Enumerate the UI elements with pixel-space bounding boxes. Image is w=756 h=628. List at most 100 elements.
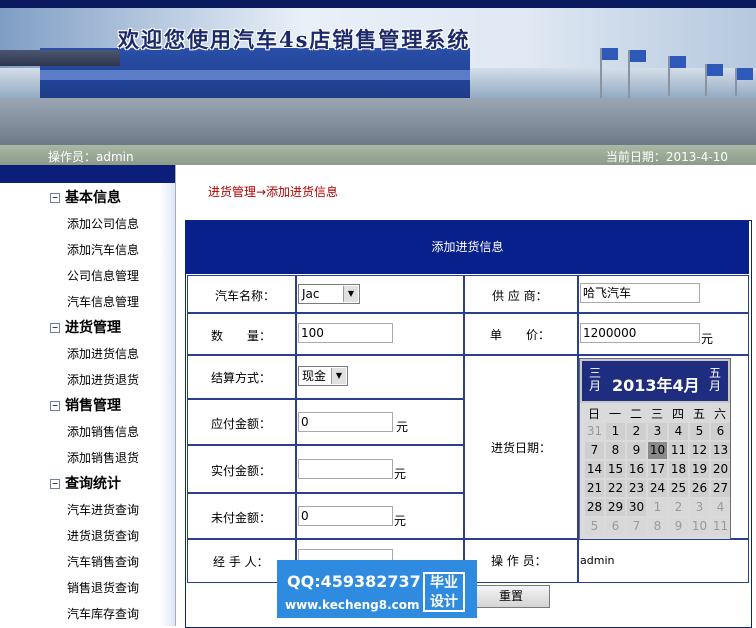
calendar-day[interactable]: 6: [711, 423, 730, 440]
payable-input[interactable]: 0: [298, 412, 393, 432]
calendar-day[interactable]: 25: [669, 480, 688, 497]
calendar-day[interactable]: 31: [585, 423, 604, 440]
form-operator-label: 操 作 员：: [491, 554, 547, 568]
calendar-day[interactable]: 7: [585, 442, 604, 459]
payment-method-select[interactable]: 现金 ▼: [298, 366, 348, 386]
watermark-banner: QQ:459382737 www.kecheng8.com 毕业设计: [277, 560, 477, 618]
calendar-day[interactable]: 2: [669, 499, 688, 516]
calendar-weekday: 五: [692, 407, 705, 421]
calendar-day[interactable]: 24: [648, 480, 667, 497]
nav-company-manage[interactable]: 公司信息管理: [67, 267, 139, 284]
unpaid-input[interactable]: 0: [298, 506, 393, 526]
sidebar-group-purchase[interactable]: − 进货管理: [50, 317, 121, 337]
calendar-weekday: 日: [587, 407, 600, 421]
watermark-badge: 毕业设计: [423, 572, 465, 612]
calendar-day[interactable]: 21: [585, 480, 604, 497]
nav-car-purchase-query[interactable]: 汽车进货查询: [67, 501, 139, 518]
nav-add-sale[interactable]: 添加销售信息: [67, 423, 139, 440]
calendar-day[interactable]: 11: [711, 518, 730, 535]
calendar-day[interactable]: 23: [627, 480, 646, 497]
operator-value: admin: [580, 554, 615, 567]
car-name-select[interactable]: Jac ▼: [298, 284, 360, 304]
sidebar-group-basic-info[interactable]: − 基本信息: [50, 187, 121, 207]
nav-add-purchase[interactable]: 添加进货信息: [67, 345, 139, 362]
calendar-day[interactable]: 20: [711, 461, 730, 478]
collapse-icon[interactable]: −: [50, 401, 60, 411]
calendar-day[interactable]: 6: [606, 518, 625, 535]
calendar-day[interactable]: 10: [648, 442, 667, 459]
calendar-weekday: 六: [713, 407, 726, 421]
calendar-day[interactable]: 29: [606, 499, 625, 516]
sidebar-group-query[interactable]: − 查询统计: [50, 473, 121, 493]
paid-input[interactable]: [298, 459, 393, 479]
nav-add-purchase-return[interactable]: 添加进货退货: [67, 371, 139, 388]
calendar-day[interactable]: 19: [690, 461, 709, 478]
calendar-day[interactable]: 3: [690, 499, 709, 516]
next-month-button[interactable]: 五月: [708, 367, 722, 393]
quantity-input[interactable]: 100: [298, 323, 393, 343]
car-name-label: 汽车名称：: [215, 289, 276, 303]
calendar-day[interactable]: 28: [585, 499, 604, 516]
sidebar-header: [0, 165, 175, 183]
calendar-day[interactable]: 5: [690, 423, 709, 440]
calendar-weekday: 四: [671, 407, 684, 421]
sidebar: − 基本信息 添加公司信息 添加汽车信息 公司信息管理 汽车信息管理 − 进货管理 …: [0, 165, 176, 626]
calendar-day[interactable]: 22: [606, 480, 625, 497]
nav-add-car[interactable]: 添加汽车信息: [67, 241, 139, 258]
nav-add-company[interactable]: 添加公司信息: [67, 215, 139, 232]
collapse-icon[interactable]: −: [50, 193, 60, 203]
calendar-day[interactable]: 10: [690, 518, 709, 535]
nav-car-stock-query[interactable]: 汽车库存查询: [67, 605, 139, 622]
calendar-day[interactable]: 30: [627, 499, 646, 516]
calendar-day[interactable]: 8: [606, 442, 625, 459]
nav-add-sale-return[interactable]: 添加销售退货: [67, 449, 139, 466]
unpaid-unit: 元: [394, 514, 407, 528]
calendar-day[interactable]: 15: [606, 461, 625, 478]
calendar-day[interactable]: 2: [627, 423, 646, 440]
purchase-date-label: 进货日期：: [491, 441, 552, 455]
calendar-day[interactable]: 9: [627, 442, 646, 459]
calendar-day[interactable]: 8: [648, 518, 667, 535]
calendar-weekday: 三: [650, 407, 663, 421]
nav-sales-return-query[interactable]: 销售退货查询: [67, 579, 139, 596]
calendar-day[interactable]: 4: [669, 423, 688, 440]
calendar-day[interactable]: 18: [669, 461, 688, 478]
nav-car-sales-query[interactable]: 汽车销售查询: [67, 553, 139, 570]
watermark-qq: QQ:459382737: [287, 572, 421, 591]
unit-price-input[interactable]: 1200000: [580, 323, 700, 343]
calendar-day[interactable]: 1: [606, 423, 625, 440]
watermark-url: www.kecheng8.com: [285, 598, 420, 612]
paid-label: 实付金额：: [211, 464, 272, 478]
operator-label: 操作员：admin: [48, 150, 134, 164]
unit-price-label: 单 价：: [490, 328, 551, 342]
calendar-day[interactable]: 7: [627, 518, 646, 535]
nav-car-manage[interactable]: 汽车信息管理: [67, 293, 139, 310]
calendar-day[interactable]: 14: [585, 461, 604, 478]
calendar-day[interactable]: 11: [669, 442, 688, 459]
unit-price-unit: 元: [701, 332, 714, 346]
sidebar-group-sales[interactable]: − 销售管理: [50, 395, 121, 415]
calendar-day[interactable]: 26: [690, 480, 709, 497]
calendar-day[interactable]: 3: [648, 423, 667, 440]
dropdown-arrow-icon[interactable]: ▼: [331, 368, 346, 384]
nav-purchase-return-query[interactable]: 进货退货查询: [67, 527, 139, 544]
collapse-icon[interactable]: −: [50, 479, 60, 489]
payment-method-label: 结算方式：: [211, 371, 272, 385]
breadcrumb: 进货管理→添加进货信息: [208, 185, 339, 199]
collapse-icon[interactable]: −: [50, 323, 60, 333]
calendar-day[interactable]: 16: [627, 461, 646, 478]
dropdown-arrow-icon[interactable]: ▼: [343, 286, 358, 302]
prev-month-button[interactable]: 三月: [588, 367, 602, 393]
reset-button[interactable]: 重置: [472, 585, 550, 608]
calendar-day[interactable]: 13: [711, 442, 730, 459]
calendar-day[interactable]: 27: [711, 480, 730, 497]
calendar-day[interactable]: 12: [690, 442, 709, 459]
date-picker-calendar[interactable]: 三月 2013年4月 五月 日一二三四五六 31 1 2 3 4 5 6 7 8 9 10 11 12 1…: [579, 358, 731, 540]
calendar-day[interactable]: 1: [648, 499, 667, 516]
calendar-header: 三月 2013年4月 五月: [580, 359, 730, 403]
calendar-day[interactable]: 17: [648, 461, 667, 478]
calendar-day[interactable]: 9: [669, 518, 688, 535]
calendar-day[interactable]: 4: [711, 499, 730, 516]
supplier-input[interactable]: 哈飞汽车: [580, 283, 700, 303]
calendar-day[interactable]: 5: [585, 518, 604, 535]
